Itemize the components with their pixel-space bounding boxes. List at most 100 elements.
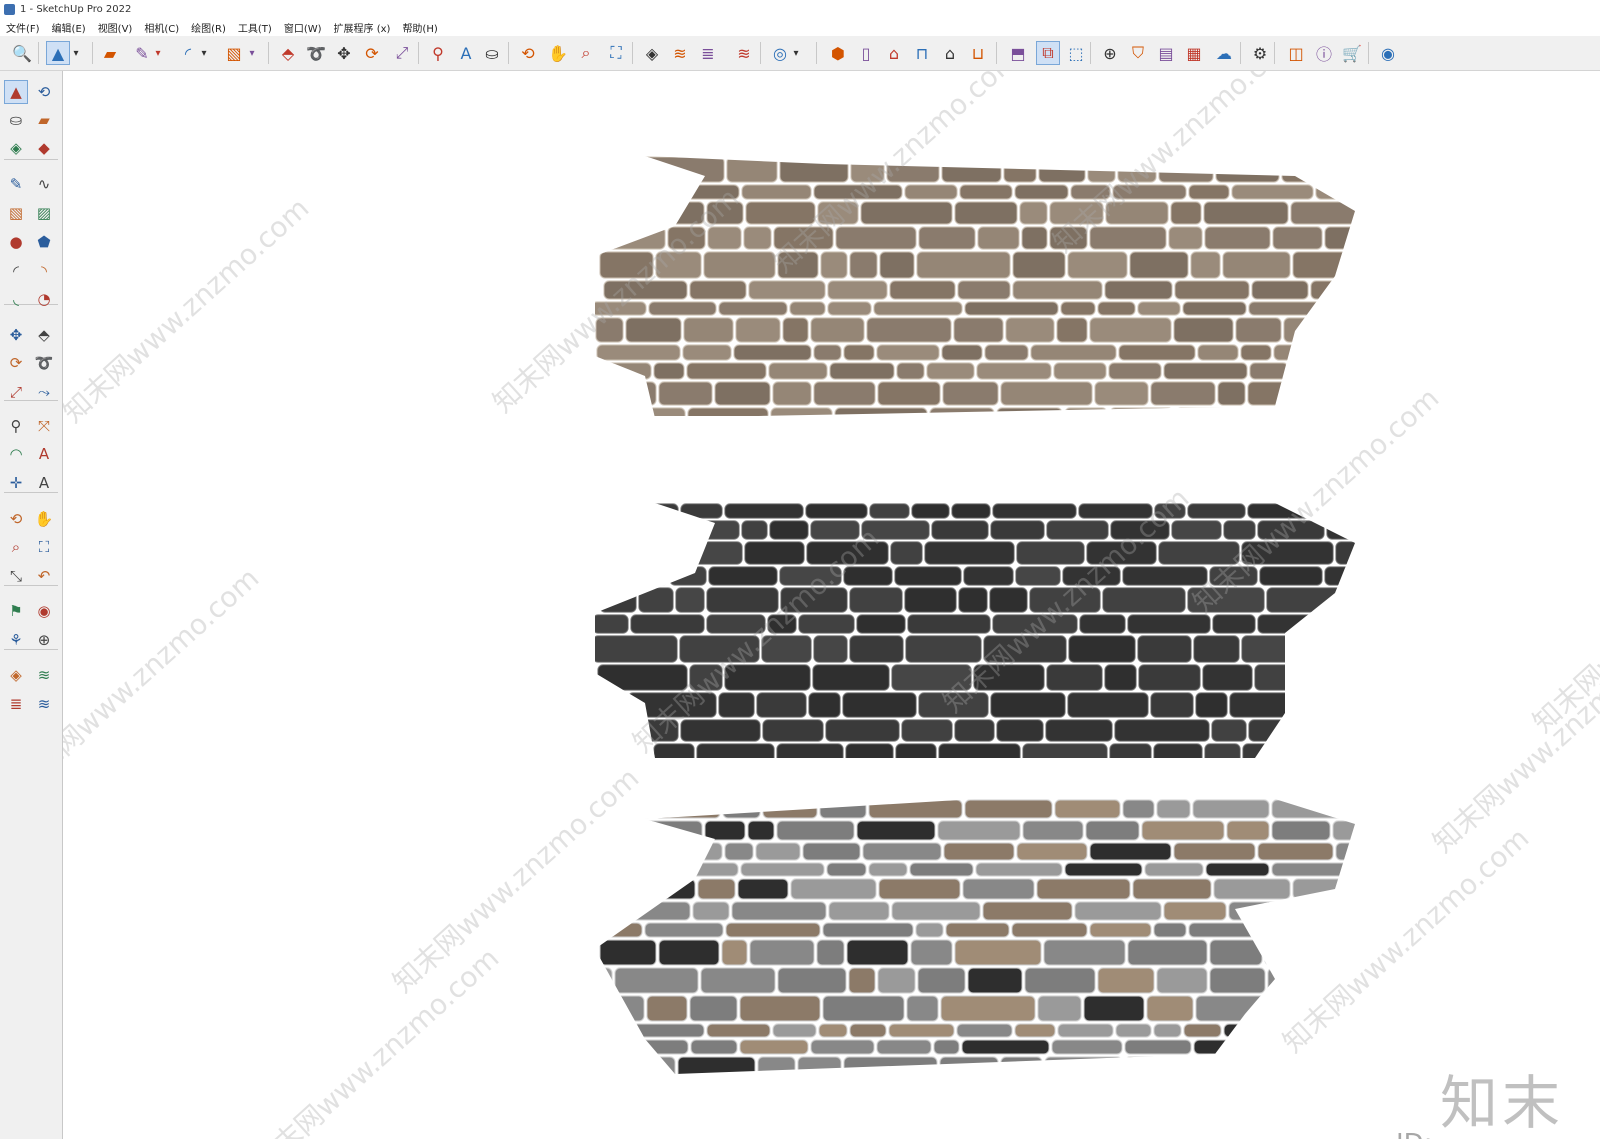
line-icon[interactable]: ✎ <box>4 172 28 196</box>
eraser-icon[interactable]: ▰ <box>98 41 122 65</box>
menu-item-4[interactable]: 绘图(R) <box>185 20 232 35</box>
rotated-rectangle-icon[interactable]: ▨ <box>32 201 56 225</box>
solid-tools-icon[interactable]: ⬒ <box>1006 41 1030 65</box>
menu-item-8[interactable]: 帮助(H) <box>396 20 443 35</box>
section-plane-icon[interactable]: ⊕ <box>32 628 56 652</box>
menu-item-3[interactable]: 相机(C) <box>138 20 185 35</box>
push-pull-icon[interactable]: ⬘ <box>32 323 56 347</box>
menu-item-2[interactable]: 视图(V) <box>92 20 139 35</box>
orbit-icon[interactable]: ⟲ <box>32 80 56 104</box>
eraser-icon[interactable]: ▰ <box>32 108 56 132</box>
chat-icon[interactable]: ◫ <box>1284 41 1308 65</box>
rectangle-icon[interactable]: ▧ <box>222 41 246 65</box>
info-icon[interactable]: ⓘ <box>1312 41 1336 65</box>
paint-bucket-icon[interactable]: ⛀ <box>4 108 28 132</box>
menu-item-5[interactable]: 工具(T) <box>232 20 278 35</box>
stone-wall-mixed[interactable] <box>595 799 1355 1074</box>
extension-icon[interactable]: ≋ <box>32 663 56 687</box>
menu-item-7[interactable]: 扩展程序 (x) <box>328 20 397 35</box>
sandbox-icon[interactable]: ≋ <box>732 41 756 65</box>
pie-icon[interactable]: ◔ <box>32 287 56 311</box>
component-icon[interactable]: ⬚ <box>1064 41 1088 65</box>
top-view-icon[interactable]: ⊓ <box>910 41 934 65</box>
position-camera-icon[interactable]: ⚑ <box>4 599 28 623</box>
rectangle-icon[interactable]: ▧ <box>4 201 28 225</box>
axes-icon[interactable]: ✛ <box>4 471 28 495</box>
freehand-icon[interactable]: ∿ <box>32 172 56 196</box>
tape-measure-icon[interactable]: ⚲ <box>426 41 450 65</box>
checker-icon[interactable]: ▦ <box>1182 41 1206 65</box>
palette-icon[interactable]: ▤ <box>1154 41 1178 65</box>
account-icon[interactable]: ◉ <box>1376 41 1400 65</box>
pan-icon[interactable]: ✋ <box>546 41 570 65</box>
walk-icon[interactable]: ⚘ <box>4 628 28 652</box>
zoom-window-icon[interactable]: ⛶ <box>604 41 628 65</box>
pan-icon[interactable]: ✋ <box>32 507 56 531</box>
house-outline-icon[interactable]: ⌂ <box>938 41 962 65</box>
two-point-arc-icon[interactable]: ◝ <box>32 259 56 283</box>
section-plane-icon[interactable]: ⧉ <box>1036 41 1060 65</box>
layers-icon[interactable]: ≣ <box>696 41 720 65</box>
polygon-icon[interactable]: ⬟ <box>32 230 56 254</box>
make-component-icon[interactable]: ◈ <box>4 136 28 160</box>
user-dropdown-icon[interactable]: ▾ <box>790 41 802 65</box>
text-icon[interactable]: A <box>32 442 56 466</box>
gear-icon[interactable]: ⚙ <box>1248 41 1272 65</box>
arc-icon[interactable]: ◜ <box>4 259 28 283</box>
warehouse-icon[interactable]: ◈ <box>4 663 28 687</box>
move-icon[interactable]: ✥ <box>332 41 356 65</box>
protractor-icon[interactable]: ◠ <box>4 442 28 466</box>
3d-text-icon[interactable]: A <box>32 471 56 495</box>
iso-view-icon[interactable]: ⬢ <box>826 41 850 65</box>
orbit-icon[interactable]: ⟲ <box>516 41 540 65</box>
orbit-tool-icon[interactable]: ⟲ <box>4 507 28 531</box>
look-around-icon[interactable]: ◉ <box>32 599 56 623</box>
pencil-dropdown-icon[interactable]: ▾ <box>152 41 164 65</box>
sandbox-icon[interactable]: ≋ <box>32 692 56 716</box>
zoom-extents-icon[interactable]: 🔍 <box>10 41 34 65</box>
move-icon[interactable]: ✥ <box>4 323 28 347</box>
front-view-icon[interactable]: ▯ <box>854 41 878 65</box>
scale-icon[interactable]: ⤢ <box>4 380 28 404</box>
rectangle-dropdown-icon[interactable]: ▾ <box>246 41 258 65</box>
follow-me-icon[interactable]: ➰ <box>32 351 56 375</box>
select-icon[interactable]: ▲ <box>46 41 70 65</box>
circle-icon[interactable]: ● <box>4 230 28 254</box>
menu-item-1[interactable]: 编辑(E) <box>46 20 92 35</box>
arc-dropdown-icon[interactable]: ▾ <box>198 41 210 65</box>
add-location-icon[interactable]: ⊕ <box>1098 41 1122 65</box>
push-pull-icon[interactable]: ⬘ <box>276 41 300 65</box>
tag-icon[interactable]: ◆ <box>32 136 56 160</box>
zoom-icon[interactable]: ⌕ <box>574 41 598 65</box>
drawing-canvas[interactable]: 知末网www.znzmo.com 知末网www.znzmo.com 知末网www.z… <box>63 71 1600 1139</box>
user-circle-icon[interactable]: ◎ <box>768 41 792 65</box>
zoom-extents-icon[interactable]: ⤡ <box>4 564 28 588</box>
right-view-icon[interactable]: ⊔ <box>966 41 990 65</box>
extension-icon[interactable]: ≋ <box>668 41 692 65</box>
layers-icon[interactable]: ≣ <box>4 692 28 716</box>
tape-measure-icon[interactable]: ⚲ <box>4 414 28 438</box>
menu-item-6[interactable]: 窗口(W) <box>278 20 328 35</box>
zoom-icon[interactable]: ⌕ <box>4 535 28 559</box>
dimension-icon[interactable]: ⤧ <box>32 414 56 438</box>
previous-view-icon[interactable]: ↶ <box>32 564 56 588</box>
follow-me-icon[interactable]: ➰ <box>304 41 328 65</box>
scale-icon[interactable]: ⤢ <box>390 41 414 65</box>
menu-item-0[interactable]: 文件(F) <box>0 20 46 35</box>
arc-icon[interactable]: ◜ <box>176 41 200 65</box>
text-icon[interactable]: A <box>454 41 478 65</box>
shield-icon[interactable]: ⛉ <box>1126 41 1150 65</box>
cloud-icon[interactable]: ☁ <box>1212 41 1236 65</box>
offset-icon[interactable]: ⤳ <box>32 380 56 404</box>
warehouse-icon[interactable]: ◈ <box>640 41 664 65</box>
three-point-arc-icon[interactable]: ◟ <box>4 287 28 311</box>
select-dropdown-icon[interactable]: ▾ <box>70 41 82 65</box>
pencil-icon[interactable]: ✎ <box>130 41 154 65</box>
zoom-window-icon[interactable]: ⛶ <box>32 535 56 559</box>
home-view-icon[interactable]: ⌂ <box>882 41 906 65</box>
paint-bucket-icon[interactable]: ⛀ <box>480 41 504 65</box>
rotate-icon[interactable]: ⟳ <box>360 41 384 65</box>
cart-icon[interactable]: 🛒 <box>1340 41 1364 65</box>
rotate-icon[interactable]: ⟳ <box>4 351 28 375</box>
select-icon[interactable]: ▲ <box>4 80 28 104</box>
